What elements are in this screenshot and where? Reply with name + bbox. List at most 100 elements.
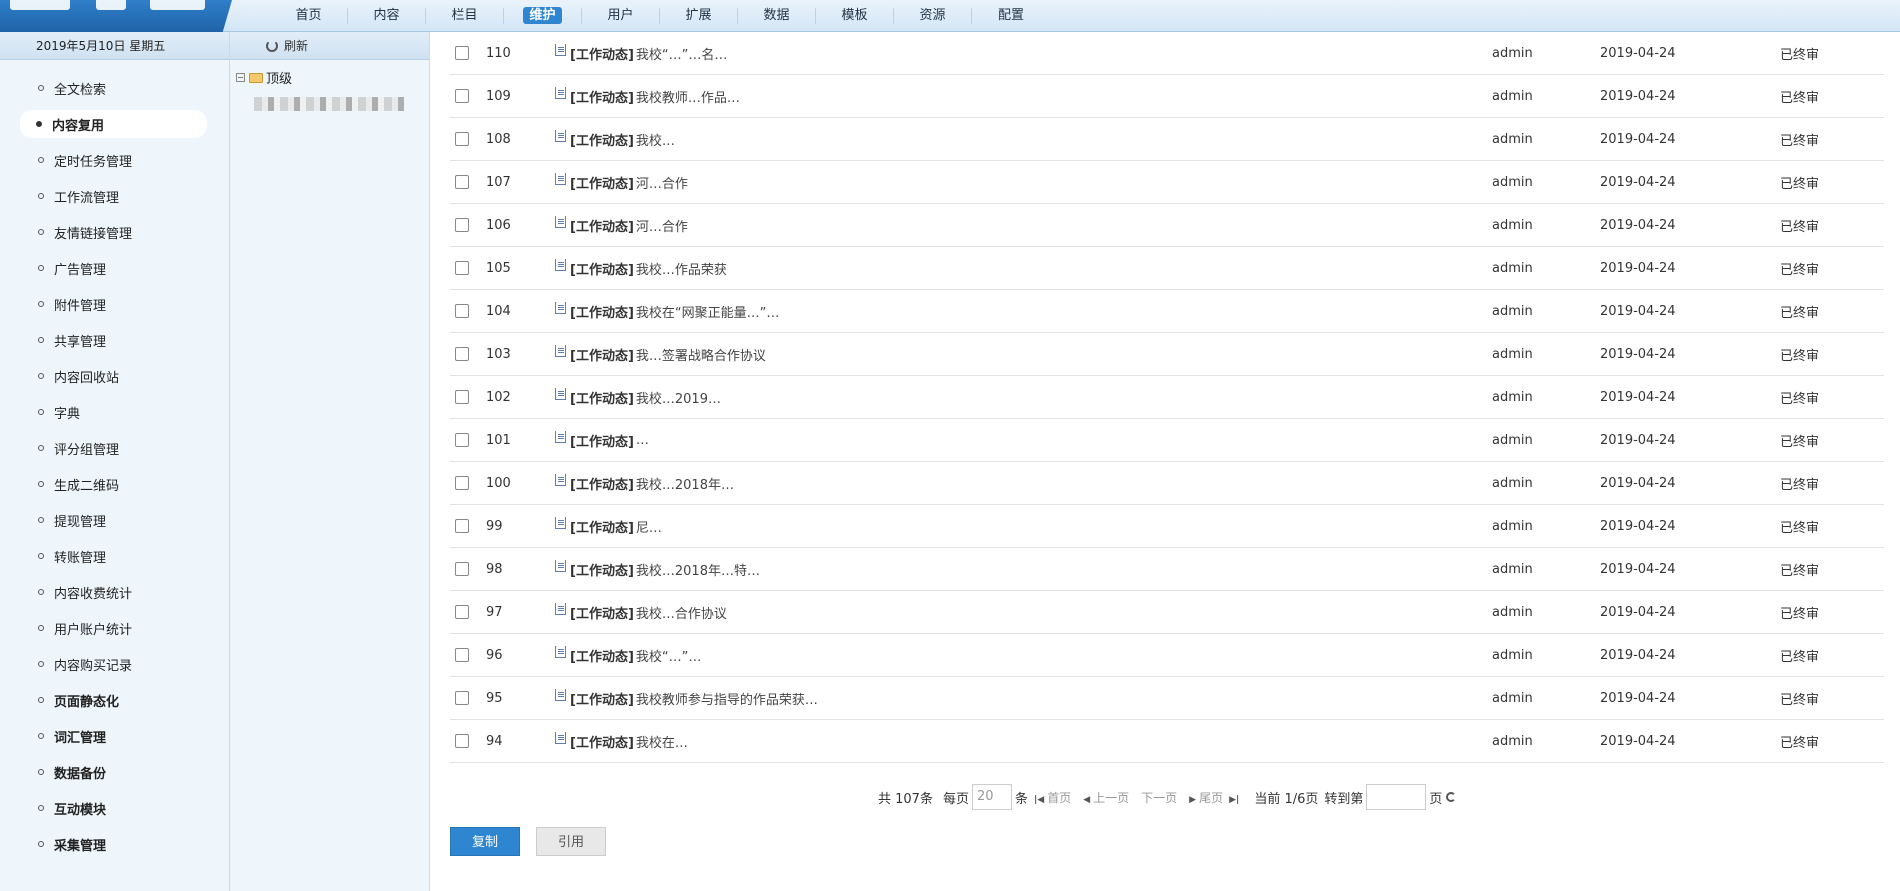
refresh-button[interactable]: 刷新: [230, 32, 429, 60]
sidebar-item[interactable]: 附件管理: [0, 286, 229, 322]
sidebar-item[interactable]: 提现管理: [0, 502, 229, 538]
row-checkbox[interactable]: [455, 691, 469, 705]
document-icon: [555, 172, 566, 185]
row-title[interactable]: [工作动态] 我校…合作协议: [555, 602, 975, 622]
row-title[interactable]: [工作动态] 河…合作: [555, 215, 975, 235]
document-icon: [555, 129, 566, 142]
row-title[interactable]: [工作动态] 我校在…: [555, 731, 975, 751]
sidebar-item[interactable]: 共享管理: [0, 322, 229, 358]
row-category: [工作动态]: [570, 176, 634, 192]
row-title[interactable]: [工作动态] 我校…: [555, 129, 975, 149]
next-page-link[interactable]: 下一页: [1141, 789, 1177, 806]
copy-button[interactable]: 复制: [450, 827, 520, 856]
row-id: 106: [486, 217, 511, 233]
refresh-label: 刷新: [284, 39, 309, 53]
go-icon[interactable]: [1446, 792, 1457, 802]
row-category: [工作动态]: [570, 434, 634, 450]
row-checkbox[interactable]: [455, 433, 469, 447]
sidebar-item[interactable]: 转账管理: [0, 538, 229, 574]
row-checkbox[interactable]: [455, 218, 469, 232]
row-id: 101: [486, 432, 511, 448]
first-page-link[interactable]: |◀ 首页: [1034, 789, 1071, 806]
cite-button[interactable]: 引用: [536, 827, 606, 856]
row-checkbox[interactable]: [455, 347, 469, 361]
row-title[interactable]: [工作动态] 我校…作品荣获: [555, 258, 975, 278]
sidebar-item[interactable]: 广告管理: [0, 250, 229, 286]
tree-child-item[interactable]: [254, 97, 404, 111]
row-title[interactable]: [工作动态] 尼…: [555, 516, 975, 536]
row-title[interactable]: [工作动态] 我校…2018年…特…: [555, 559, 975, 579]
nav-item[interactable]: 栏目: [426, 8, 504, 24]
row-title[interactable]: [工作动态] 我校“…”…名…: [555, 43, 975, 63]
total-count: 共 107条: [878, 791, 933, 807]
row-checkbox[interactable]: [455, 390, 469, 404]
row-checkbox[interactable]: [455, 261, 469, 275]
sidebar-item[interactable]: 内容复用: [20, 110, 207, 138]
row-checkbox[interactable]: [455, 175, 469, 189]
row-id: 100: [486, 475, 511, 491]
row-title[interactable]: [工作动态] 我…签署战略合作协议: [555, 344, 975, 364]
sidebar-item[interactable]: 数据备份: [0, 754, 229, 790]
row-title[interactable]: [工作动态] 我校…2018年…: [555, 473, 975, 493]
sidebar-item[interactable]: 互动模块: [0, 790, 229, 826]
collapse-icon[interactable]: −: [236, 73, 245, 82]
nav-item[interactable]: 维护: [504, 7, 582, 24]
nav-item[interactable]: 数据: [738, 8, 816, 24]
row-date: 2019-04-24: [1600, 389, 1676, 405]
nav-item[interactable]: 扩展: [660, 8, 738, 24]
nav-item[interactable]: 配置: [972, 8, 1050, 24]
sidebar-item[interactable]: 全文检索: [0, 70, 229, 106]
nav-item[interactable]: 首页: [270, 8, 348, 24]
sidebar-item[interactable]: 生成二维码: [0, 466, 229, 502]
per-page-input[interactable]: 20: [971, 784, 1012, 810]
row-checkbox[interactable]: [455, 648, 469, 662]
current-page: 当前 1/6页: [1254, 791, 1319, 807]
row-checkbox[interactable]: [455, 132, 469, 146]
row-checkbox[interactable]: [455, 605, 469, 619]
row-title[interactable]: [工作动态] 我校教师参与指导的作品荣获…: [555, 688, 975, 708]
nav-item[interactable]: 资源: [894, 8, 972, 24]
content-list: 110 [工作动态] 我校“…”…名… admin 2019-04-24 已终审 109 [工…: [450, 32, 1884, 891]
row-title[interactable]: [工作动态] 我校…2019…: [555, 387, 975, 407]
row-title[interactable]: [工作动态] 我校在“网聚正能量…”…: [555, 301, 975, 321]
row-title[interactable]: [工作动态] 河…合作: [555, 172, 975, 192]
row-checkbox[interactable]: [455, 562, 469, 576]
prev-page-icon: ◀: [1083, 794, 1091, 805]
sidebar-item[interactable]: 采集管理: [0, 826, 229, 862]
tree-root[interactable]: − 顶级: [230, 68, 429, 87]
row-checkbox[interactable]: [455, 519, 469, 533]
row-checkbox[interactable]: [455, 304, 469, 318]
sidebar-item[interactable]: 评分组管理: [0, 430, 229, 466]
last-page-link[interactable]: ▶ 尾页 ▶|: [1189, 789, 1242, 806]
goto-suffix: 页: [1429, 791, 1443, 807]
row-checkbox[interactable]: [455, 46, 469, 60]
row-checkbox[interactable]: [455, 476, 469, 490]
nav-item[interactable]: 用户: [582, 8, 660, 24]
row-title[interactable]: [工作动态] 我校教师…作品…: [555, 86, 975, 106]
sidebar-item[interactable]: 友情链接管理: [0, 214, 229, 250]
prev-page-link[interactable]: ◀ 上一页: [1083, 789, 1129, 806]
sidebar-item[interactable]: 内容购买记录: [0, 646, 229, 682]
row-date: 2019-04-24: [1600, 174, 1676, 190]
sidebar-item[interactable]: 页面静态化: [0, 682, 229, 718]
sidebar-item[interactable]: 用户账户统计: [0, 610, 229, 646]
row-checkbox[interactable]: [455, 734, 469, 748]
row-date: 2019-04-24: [1600, 604, 1676, 620]
nav-item[interactable]: 内容: [348, 8, 426, 24]
row-checkbox[interactable]: [455, 89, 469, 103]
sidebar-item[interactable]: 工作流管理: [0, 178, 229, 214]
row-date: 2019-04-24: [1600, 690, 1676, 706]
row-date: 2019-04-24: [1600, 561, 1676, 577]
sidebar-item[interactable]: 定时任务管理: [0, 142, 229, 178]
row-title[interactable]: [工作动态] 我校“…”…: [555, 645, 975, 665]
sidebar-item[interactable]: 字典: [0, 394, 229, 430]
sidebar-item[interactable]: 词汇管理: [0, 718, 229, 754]
nav-item[interactable]: 模板: [816, 8, 894, 24]
row-status: 已终审: [1780, 262, 1820, 278]
bullet-icon: [38, 445, 44, 451]
sidebar-item[interactable]: 内容收费统计: [0, 574, 229, 610]
row-title[interactable]: [工作动态]…: [555, 430, 975, 450]
goto-page-input[interactable]: [1366, 784, 1427, 810]
sidebar-item[interactable]: 内容回收站: [0, 358, 229, 394]
row-author: admin: [1492, 733, 1533, 749]
